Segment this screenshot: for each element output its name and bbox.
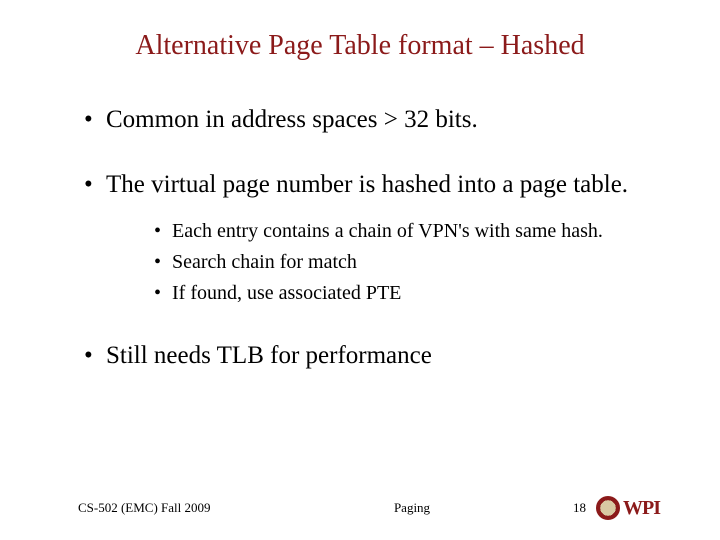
bullet-item: Common in address spaces > 32 bits. — [84, 104, 660, 135]
wpi-wordmark: WPI — [623, 497, 660, 520]
slide-footer: CS-502 (EMC) Fall 2009 Paging 18 WPI — [0, 496, 720, 520]
sub-bullet-item: If found, use associated PTE — [154, 281, 660, 306]
footer-topic: Paging — [278, 500, 546, 516]
bullet-list: Common in address spaces > 32 bits. The … — [60, 104, 660, 371]
bullet-item: The virtual page number is hashed into a… — [84, 169, 660, 305]
sub-bullet-item: Search chain for match — [154, 250, 660, 275]
footer-page-number: 18 — [546, 500, 586, 516]
bullet-item: Still needs TLB for performance — [84, 340, 660, 371]
wpi-seal-icon — [596, 496, 620, 520]
slide-body: Alternative Page Table format – Hashed C… — [0, 0, 720, 371]
bullet-text: The virtual page number is hashed into a… — [106, 171, 628, 198]
sub-bullet-item: Each entry contains a chain of VPN's wit… — [154, 219, 660, 244]
slide-title: Alternative Page Table format – Hashed — [60, 30, 660, 62]
sub-bullet-list: Each entry contains a chain of VPN's wit… — [106, 219, 660, 306]
wpi-logo: WPI — [596, 496, 660, 520]
footer-course: CS-502 (EMC) Fall 2009 — [78, 500, 278, 516]
